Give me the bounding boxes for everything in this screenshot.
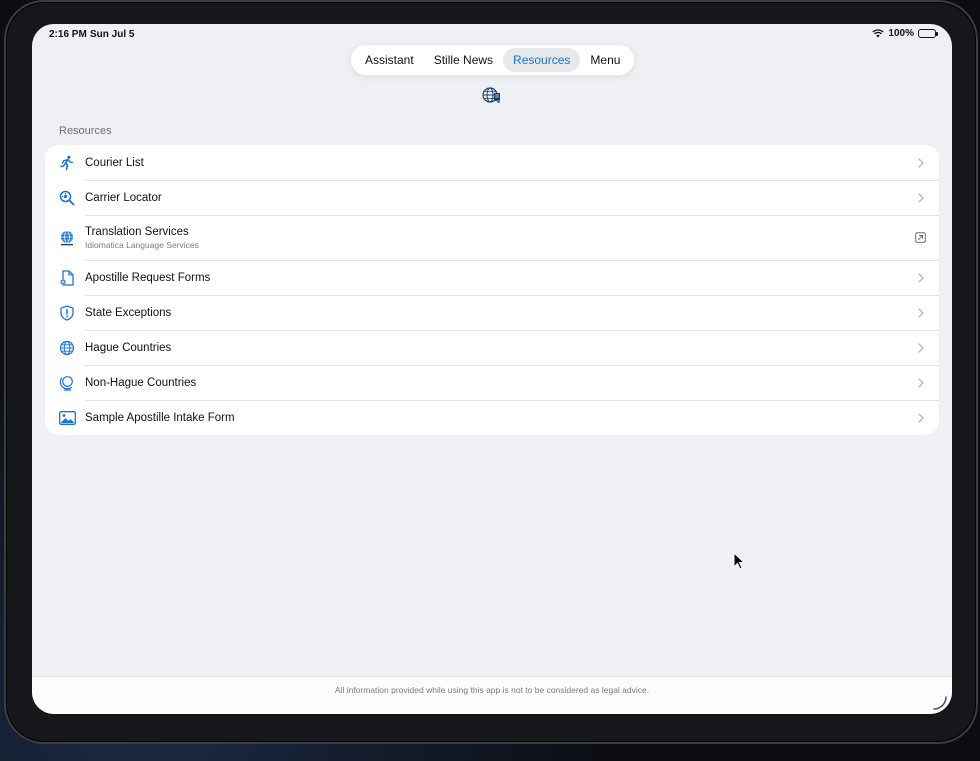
tab-stille-news[interactable]: Stille News xyxy=(424,48,503,72)
row-subtitle: Idiomatica Language Services xyxy=(85,239,199,250)
chevron-right-icon xyxy=(918,192,924,203)
chevron-right-icon xyxy=(918,272,924,283)
legal-disclaimer-footer: All information provided while using thi… xyxy=(32,676,952,714)
section-header: Resources xyxy=(59,125,112,137)
row-title: Sample Apostille Intake Form xyxy=(85,411,235,424)
battery-icon xyxy=(918,29,938,38)
row-title: Translation Services xyxy=(85,225,189,238)
status-time: 2:16 PM xyxy=(49,29,87,40)
chevron-right-icon xyxy=(918,157,924,168)
list-item-sample-apostille-intake-form[interactable]: Sample Apostille Intake Form xyxy=(45,400,939,435)
row-title: Hague Countries xyxy=(85,341,172,354)
row-title: Apostille Request Forms xyxy=(85,271,211,284)
idiomatica-logo-icon xyxy=(58,229,76,247)
resources-list: Courier List Carrier Locator Translation… xyxy=(45,145,939,435)
list-item-apostille-request-forms[interactable]: Apostille Request Forms xyxy=(45,260,939,295)
app-screen: 2:16 PM Sun Jul 5 100% Assistant Stille … xyxy=(32,24,952,714)
row-title: Carrier Locator xyxy=(85,191,162,204)
status-date: Sun Jul 5 xyxy=(90,29,135,40)
row-title: State Exceptions xyxy=(85,306,172,319)
list-item-hague-countries[interactable]: Hague Countries xyxy=(45,330,939,365)
status-bar: 2:16 PM Sun Jul 5 100% xyxy=(32,24,952,46)
disclaimer-text: All information provided while using thi… xyxy=(334,685,650,695)
globe-document-logo-icon xyxy=(482,87,501,104)
status-right: 100% xyxy=(872,28,938,39)
tab-menu[interactable]: Menu xyxy=(580,48,630,72)
list-item-carrier-locator[interactable]: Carrier Locator xyxy=(45,180,939,215)
magnifier-locator-icon xyxy=(58,189,76,207)
document-gear-icon xyxy=(58,269,76,287)
row-title: Non-Hague Countries xyxy=(85,376,197,389)
list-item-translation-services[interactable]: Translation Services Idiomatica Language… xyxy=(45,215,939,260)
battery-percent: 100% xyxy=(888,28,914,39)
list-item-state-exceptions[interactable]: State Exceptions xyxy=(45,295,939,330)
mouse-pointer-icon xyxy=(733,552,745,570)
list-item-courier-list[interactable]: Courier List xyxy=(45,145,939,180)
row-title: Courier List xyxy=(85,156,144,169)
external-link-icon xyxy=(915,232,926,243)
list-item-non-hague-countries[interactable]: Non-Hague Countries xyxy=(45,365,939,400)
chevron-right-icon xyxy=(918,342,924,353)
top-tab-bar: Assistant Stille News Resources Menu xyxy=(351,45,635,75)
globe-icon xyxy=(58,339,76,357)
tab-resources[interactable]: Resources xyxy=(503,48,581,72)
window-resize-handle-icon[interactable] xyxy=(932,695,948,711)
shield-exclamation-icon xyxy=(58,304,76,322)
running-person-icon xyxy=(58,154,76,172)
tab-assistant[interactable]: Assistant xyxy=(355,48,424,72)
globe-stand-icon xyxy=(58,374,76,392)
photo-icon xyxy=(58,409,76,427)
chevron-right-icon xyxy=(918,377,924,388)
wifi-icon xyxy=(872,29,885,38)
chevron-right-icon xyxy=(918,412,924,423)
chevron-right-icon xyxy=(918,307,924,318)
